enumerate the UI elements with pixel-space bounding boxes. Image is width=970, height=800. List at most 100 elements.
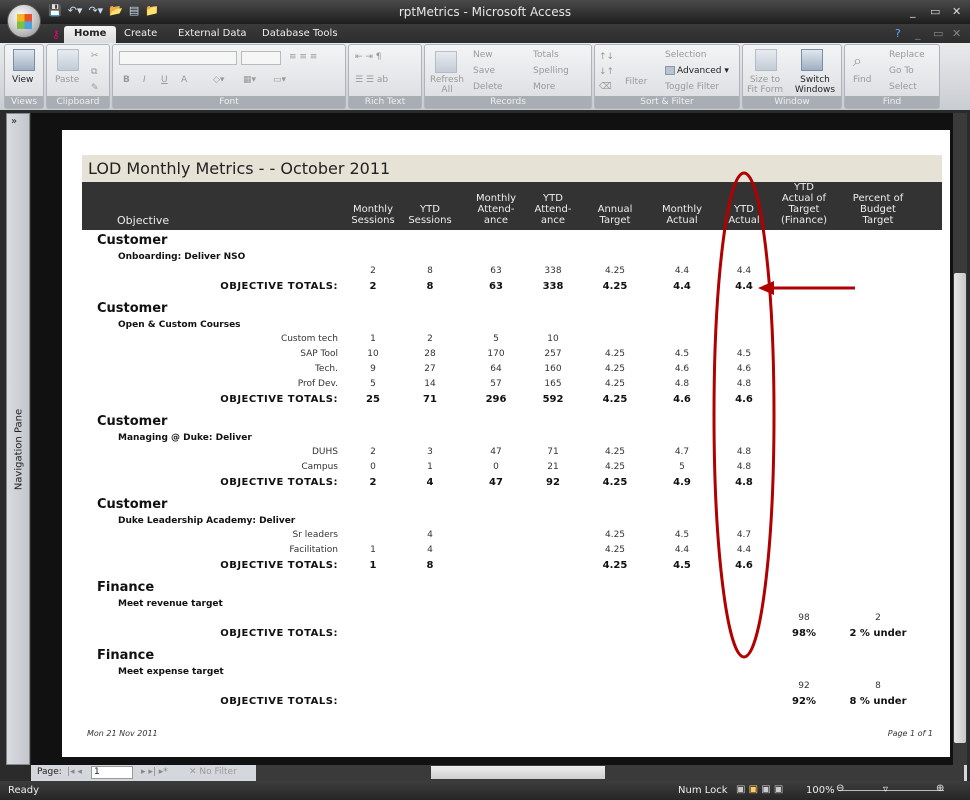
row-label: OBJECTIVE TOTALS: (220, 281, 338, 292)
alternate-fill-icon[interactable]: ▭▾ (273, 75, 286, 85)
vertical-scrollbar[interactable] (953, 113, 967, 765)
close-button[interactable]: ✕ (952, 5, 961, 18)
cell-value: 4.25 (604, 447, 626, 457)
format-painter-icon[interactable]: ✎ (91, 83, 99, 93)
objective-totals-row: OBJECTIVE TOTALS: 98% 2 % under (82, 626, 942, 642)
more-button[interactable]: More (533, 82, 555, 92)
zoom-out-icon[interactable]: ⊖ (836, 783, 844, 794)
select-button[interactable]: Select (889, 82, 917, 92)
office-button[interactable] (7, 4, 41, 38)
detail-row: DUHS 2 3 47 71 4.25 4.7 4.8 (82, 445, 942, 460)
minimize-button[interactable]: _ (910, 5, 916, 18)
navigation-pane[interactable]: » Navigation Pane (6, 113, 30, 765)
row-label: SAP Tool (300, 349, 338, 359)
filter-button[interactable]: Filter (625, 77, 647, 87)
find-button[interactable]: Find (853, 75, 871, 85)
cell-value: 2 (369, 477, 377, 488)
cell-value: 4.25 (602, 477, 628, 488)
replace-button[interactable]: Replace (889, 50, 925, 60)
sort-icons[interactable]: ↑↓ ↓↑ ⌫ (599, 50, 614, 95)
cell-value: 1 (370, 334, 376, 344)
doc-close-button[interactable]: ✕ (952, 27, 961, 40)
goto-button[interactable]: Go To (889, 66, 914, 76)
no-filter-button[interactable]: ✕ No Filter (189, 767, 237, 777)
objective-heading: Meet revenue target (118, 599, 223, 609)
objective-totals-row: OBJECTIVE TOTALS: 2 4 47 92 4.25 4.9 4.8 (82, 475, 942, 491)
size-to-fit-button[interactable]: Size to Fit Form (745, 75, 785, 95)
cell-value: 4.25 (604, 545, 626, 555)
font-color-button[interactable]: A (181, 75, 187, 85)
cell-value: 4.4 (736, 266, 752, 276)
cell-value: 27 (424, 364, 436, 374)
cell-value: 92 (546, 477, 560, 488)
font-name-select[interactable] (119, 51, 237, 65)
cell-value: 4.5 (674, 530, 690, 540)
page-label: Page: (37, 767, 62, 777)
nav-pane-toggle[interactable]: » (11, 116, 17, 127)
save-record-button[interactable]: Save (473, 66, 495, 76)
cell-value: 4.6 (674, 364, 690, 374)
spelling-button[interactable]: Spelling (533, 66, 569, 76)
detail-row: 92 8 (82, 679, 942, 694)
row-label: Facilitation (289, 545, 338, 555)
cell-value: 5 (679, 462, 685, 472)
doc-restore-button[interactable]: ▭ (933, 27, 943, 40)
detail-row: Prof Dev. 5 14 57 165 4.25 4.8 4.8 (82, 377, 942, 392)
totals-button[interactable]: Totals (533, 50, 559, 60)
cell-value: 4 (427, 530, 433, 540)
horizontal-scrollbar-thumb[interactable] (431, 766, 605, 779)
bold-button[interactable]: B (123, 75, 130, 85)
new-record-button[interactable]: New (473, 50, 493, 60)
cell-value: 170 (487, 349, 505, 359)
refresh-all-button[interactable]: Refresh All (429, 75, 465, 95)
group-sort-filter: ↑↓ ↓↑ ⌫ Filter Selection Advanced ▾ Toggle… (594, 44, 740, 109)
doc-minimize-button[interactable]: _ (915, 27, 921, 40)
view-icon (13, 49, 35, 71)
next-last-page-buttons[interactable]: ▸ ▸| ▸* (141, 767, 168, 777)
zoom-slider[interactable] (838, 790, 944, 791)
align-icons[interactable]: ≡ ≡ ≡ (289, 52, 317, 62)
cut-icon[interactable]: ✂ (91, 51, 99, 61)
toggle-filter-button[interactable]: Toggle Filter (665, 82, 719, 92)
maximize-button[interactable]: ▭ (930, 5, 940, 18)
cell-value: 5 (370, 379, 376, 389)
tab-external-data[interactable]: External Data (168, 26, 257, 43)
switch-windows-button[interactable]: Switch Windows (789, 75, 841, 95)
cell-value: 4.25 (604, 379, 626, 389)
tab-database-tools[interactable]: Database Tools (252, 26, 348, 43)
cell-value: 8 (427, 266, 433, 276)
advanced-button[interactable]: Advanced ▾ (665, 66, 729, 76)
page-number-input[interactable]: 1 (91, 766, 133, 779)
underline-button[interactable]: U (161, 75, 168, 85)
objective-heading: Onboarding: Deliver NSO (118, 252, 246, 262)
column-header: Percent of Budget Target (852, 193, 904, 226)
zoom-level: 100% (806, 785, 835, 796)
copy-icon[interactable]: ⧉ (91, 67, 97, 77)
list-icons[interactable]: ☰ ☰ ab (355, 75, 388, 85)
zoom-in-icon[interactable]: ⊕ (936, 783, 944, 794)
help-icon[interactable]: ? (895, 27, 901, 40)
group-label: Views (5, 96, 43, 108)
fill-color-icon[interactable]: ◇▾ (213, 75, 224, 85)
no-filter-label: No Filter (199, 767, 237, 777)
gridlines-icon[interactable]: ▦▾ (243, 75, 256, 85)
group-label: Sort & Filter (595, 96, 739, 108)
delete-record-button[interactable]: Delete (473, 82, 503, 92)
indent-icons[interactable]: ⇤ ⇥ ¶ (355, 52, 382, 62)
view-button[interactable]: View (12, 75, 33, 85)
row-label: OBJECTIVE TOTALS: (220, 560, 338, 571)
paste-button[interactable]: Paste (55, 75, 79, 85)
view-switcher-icons[interactable]: ▣ ▣ ▣ ▣ (736, 784, 783, 795)
font-size-select[interactable] (241, 51, 281, 65)
cell-value: 4.6 (736, 364, 752, 374)
tab-create[interactable]: Create (114, 26, 167, 43)
first-prev-page-buttons[interactable]: |◂ ◂ (67, 767, 82, 777)
tab-home[interactable]: Home (64, 26, 117, 43)
italic-button[interactable]: I (143, 75, 146, 85)
selection-button[interactable]: Selection (665, 50, 706, 60)
scrollbar-thumb[interactable] (954, 273, 966, 743)
zoom-slider-thumb[interactable]: ▿ (883, 784, 888, 795)
horizontal-scrollbar[interactable] (256, 765, 964, 781)
cell-value: 92% (792, 696, 816, 707)
cell-value: 165 (544, 379, 562, 389)
